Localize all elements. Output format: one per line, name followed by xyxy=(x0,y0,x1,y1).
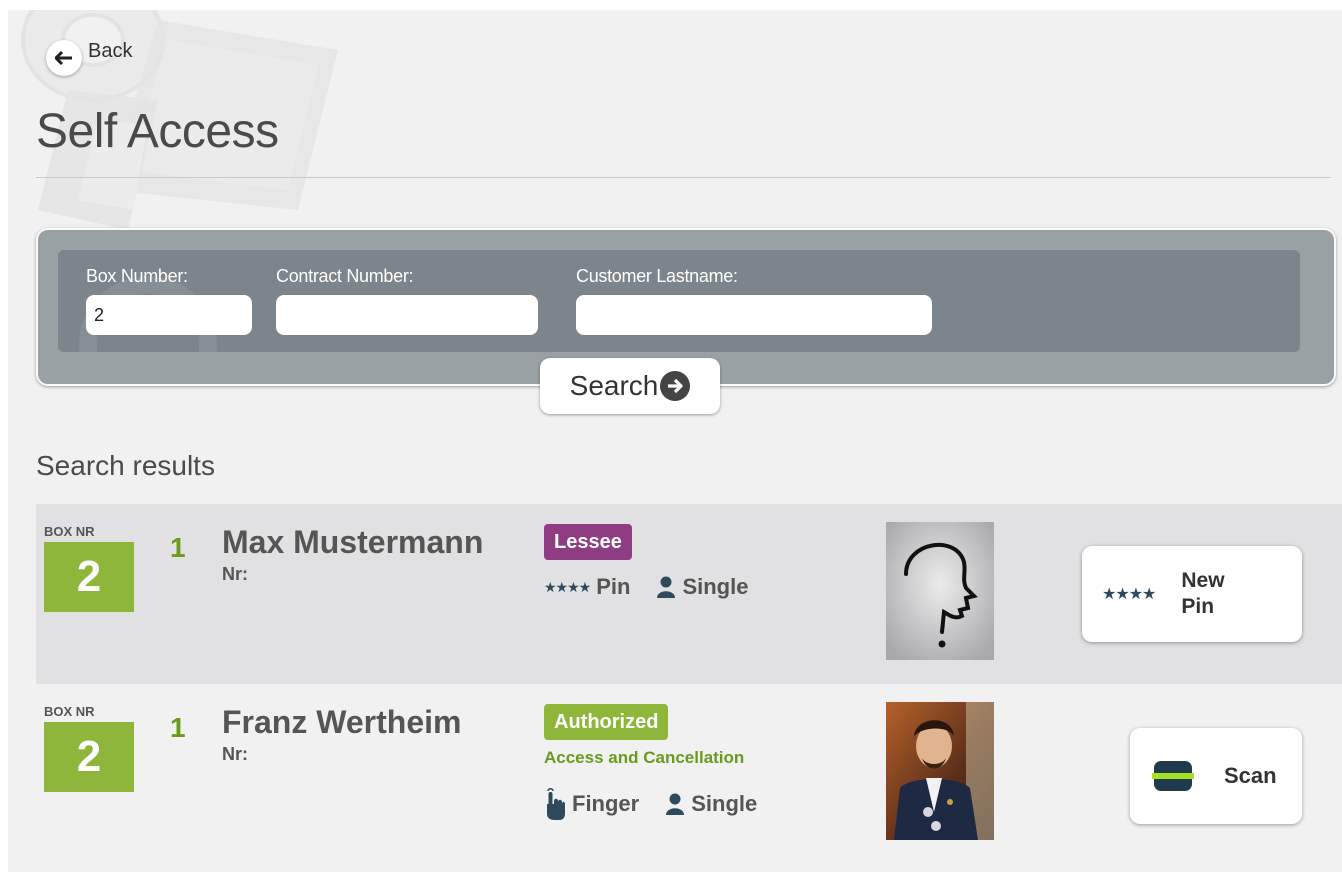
credential-pin: ★★★★ Pin xyxy=(544,574,630,600)
title-divider xyxy=(36,177,1331,178)
customer-lastname-label: Customer Lastname: xyxy=(576,266,738,286)
person-icon xyxy=(657,576,676,598)
customer-photo-portrait xyxy=(886,702,994,840)
pin-stars-icon: ★★★★ xyxy=(1102,586,1156,603)
person-icon xyxy=(666,793,685,815)
arrow-left-icon xyxy=(46,40,82,76)
scan-button[interactable]: Scan xyxy=(1130,728,1302,824)
credential-finger: Finger xyxy=(544,788,639,820)
search-button-label: Search xyxy=(569,370,659,401)
box-number-badge: 2 xyxy=(44,542,134,612)
search-results-heading: Search results xyxy=(36,450,215,481)
new-pin-button[interactable]: ★★★★ New Pin xyxy=(1082,546,1302,642)
box-nr-label: BOX NR xyxy=(44,524,95,539)
credential-line: Finger Single xyxy=(544,788,783,820)
result-row: BOX NR 2 1 Franz Wertheim Nr: Authorized… xyxy=(36,684,1342,864)
page-title: Self Access xyxy=(36,105,279,158)
scan-label: Scan xyxy=(1224,763,1277,788)
person-name: Franz Wertheim xyxy=(222,704,462,740)
pin-stars-icon: ★★★★ xyxy=(544,578,591,595)
box-number-input[interactable] xyxy=(86,295,252,335)
finger-icon xyxy=(547,788,565,820)
search-panel: Box Number: Contract Number: Customer La… xyxy=(36,228,1336,414)
credential-label: Finger xyxy=(572,791,640,816)
new-pin-label: New Pin xyxy=(1181,568,1224,621)
customer-photo-unknown xyxy=(886,522,994,660)
result-row: BOX NR 2 1 Max Mustermann Nr: Lessee ★★★… xyxy=(36,504,1342,684)
question-mark-head-icon xyxy=(886,522,994,660)
role-description: Access and Cancellation xyxy=(544,748,745,767)
new-pin-label-line1: New xyxy=(1181,568,1225,592)
nr-label: Nr: xyxy=(222,744,248,764)
contract-number-field: Contract Number: xyxy=(276,266,538,335)
box-number-field: Box Number: xyxy=(86,266,252,335)
customer-lastname-field: Customer Lastname: xyxy=(576,266,932,335)
box-nr-label: BOX NR xyxy=(44,704,95,719)
credential-label: Pin xyxy=(596,574,631,599)
credential-line: ★★★★ Pin Single xyxy=(544,574,774,600)
fingerprint-scanner-icon xyxy=(1152,761,1194,791)
mode-single: Single xyxy=(665,791,757,817)
person-sequence: 1 xyxy=(170,532,186,563)
back-label: Back xyxy=(88,39,133,62)
arrow-right-circle-icon xyxy=(660,371,691,401)
contract-number-label: Contract Number: xyxy=(276,266,414,286)
search-fields-bar: Box Number: Contract Number: Customer La… xyxy=(58,250,1300,352)
mode-label: Single xyxy=(682,574,749,599)
role-badge-lessee: Lessee xyxy=(544,524,632,560)
box-number-label: Box Number: xyxy=(86,266,188,286)
box-number-badge: 2 xyxy=(44,722,134,792)
nr-label: Nr: xyxy=(222,564,248,584)
main-panel: Back Self Access Box Number: Contract Nu… xyxy=(8,10,1342,872)
customer-lastname-input[interactable] xyxy=(576,295,932,335)
role-badge-authorized: Authorized xyxy=(544,704,669,740)
back-button[interactable]: Back xyxy=(46,40,132,76)
contract-number-input[interactable] xyxy=(276,295,538,335)
person-name: Max Mustermann xyxy=(222,524,484,560)
portrait-painting-image xyxy=(886,702,994,840)
search-button[interactable]: Search xyxy=(540,358,720,414)
person-sequence: 1 xyxy=(170,712,186,743)
mode-label: Single xyxy=(691,791,758,816)
mode-single: Single xyxy=(656,574,748,600)
new-pin-label-line2: Pin xyxy=(1181,595,1215,618)
